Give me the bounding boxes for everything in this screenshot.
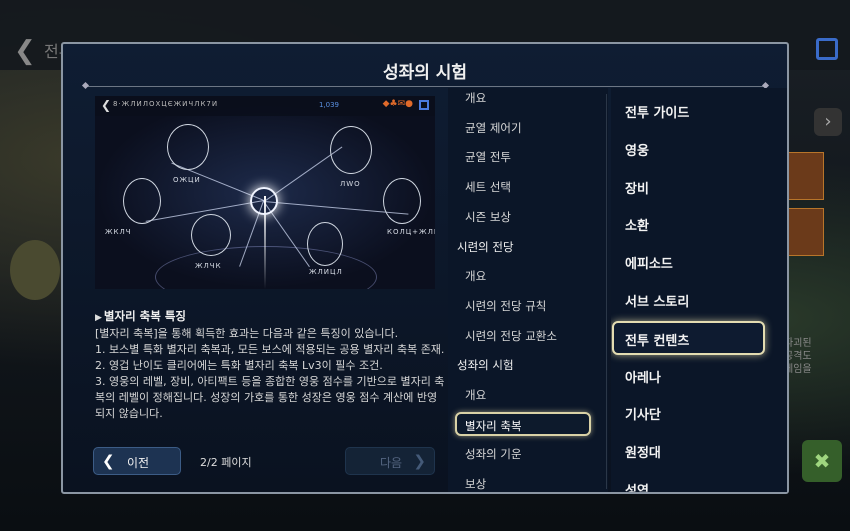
preview-label: ЖЛЧК: [195, 262, 222, 270]
subtopic-item-selected[interactable]: 별자리 축복: [455, 411, 591, 436]
preview-menu-icons: ◆♣✉●: [382, 99, 413, 109]
constellation-preview-image: ❮ 8·ЖЛИЛОХЦЄЖИЧЛК7И 1,039 ◆♣✉● ОЖЦИ ЛWО …: [95, 96, 435, 289]
nav-item[interactable]: 소환: [625, 215, 649, 234]
background-chevron-right-icon: ›: [814, 108, 842, 136]
title-divider: [85, 86, 765, 87]
guide-modal: 성좌의 시험 ❮ 8·ЖЛИЛОХЦЄЖИЧЛК7И 1,039 ◆♣✉● ОЖ…: [61, 42, 789, 494]
preview-constellation-figure: [191, 214, 231, 256]
subtopic-item[interactable]: 시련의 전당 교환소: [465, 328, 557, 344]
preview-label: ЖКЛЧ: [105, 228, 132, 236]
chevron-right-icon: ❯: [413, 452, 426, 470]
nav-item[interactable]: 서브 스토리: [625, 291, 689, 310]
divider-diamond-icon: [81, 81, 90, 90]
nav-item[interactable]: 영웅: [625, 140, 649, 159]
description-line: 1. 보스별 특화 별자리 축복과, 모든 보스에 적용되는 공용 별자리 축복…: [95, 343, 445, 356]
nav-item[interactable]: 아레나: [625, 367, 661, 386]
preview-header-text: 8·ЖЛИЛОХЦЄЖИЧЛК7И: [113, 100, 219, 108]
nav-item-selected[interactable]: 전투 컨텐츠: [612, 320, 765, 355]
description-heading: ▶ 별자리 축복 특징: [95, 309, 186, 323]
subtopic-category: 시련의 전당: [457, 239, 514, 254]
subtopic-item[interactable]: 보상: [465, 476, 486, 492]
subtopic-item[interactable]: 시련의 전당 규칙: [465, 298, 546, 314]
description-line: 2. 영겁 난이도 클리어에는 특화 별자리 축복 Lv3이 필수 조건.: [95, 359, 383, 372]
preview-constellation-figure: [307, 222, 343, 266]
subtopic-category: 성좌의 시험: [457, 358, 514, 373]
preview-constellation-figure: [330, 126, 372, 174]
modal-title: 성좌의 시험: [382, 63, 468, 83]
subtopic-item[interactable]: 세트 선택: [465, 179, 511, 195]
subtopic-item[interactable]: 시즌 보상: [465, 209, 511, 225]
subtopic-item[interactable]: 성좌의 기운: [465, 446, 522, 462]
background-item-card: [786, 152, 824, 200]
preview-label: КОЛЦ+ЖЛКИЛ: [387, 228, 435, 236]
preview-constellation-figure: [123, 178, 161, 224]
nav-item[interactable]: 성역: [625, 480, 649, 492]
background-back-icon: ❮: [14, 36, 36, 66]
page-indicator: 2/2 페이지: [200, 456, 252, 469]
category-nav[interactable]: 전투 가이드영웅장비소환에피소드서브 스토리전투 컨텐츠아레나기사단원정대성역: [611, 88, 787, 492]
preview-back-icon: ❮: [101, 98, 112, 112]
background-battle-icon: ✖: [802, 440, 842, 482]
preview-label: ЛWО: [340, 180, 361, 188]
nav-item[interactable]: 장비: [625, 178, 649, 197]
background-side-text: 파괴된 공격도 게임을: [784, 338, 812, 375]
preview-magic-circle: [155, 246, 377, 289]
nav-item[interactable]: 전투 가이드: [625, 102, 689, 121]
background-grid-menu-icon: [816, 38, 838, 60]
preview-constellation-figure: [167, 124, 209, 170]
description-body: [별자리 축복]을 통해 획득한 효과는 다음과 같은 특징이 있습니다. 1.…: [95, 326, 445, 422]
nav-item[interactable]: 원정대: [625, 442, 661, 461]
preview-core-star: [250, 187, 278, 215]
description-line: [별자리 축복]을 통해 획득한 효과는 다음과 같은 특징이 있습니다.: [95, 327, 399, 340]
subtopic-item[interactable]: 개요: [465, 387, 486, 403]
subtopic-list[interactable]: 개요 균열 제어기 균열 전투 세트 선택 시즌 보상 시련의 전당 개요 시련의 전당 규칙…: [448, 88, 608, 492]
preview-label: ОЖЦИ: [173, 176, 201, 184]
background-character: [10, 240, 60, 300]
prev-page-button[interactable]: ❮ 이전: [93, 447, 181, 475]
list-divider: [606, 94, 607, 489]
subtopic-item[interactable]: 균열 제어기: [465, 120, 522, 136]
subtopic-item[interactable]: 균열 전투: [465, 149, 511, 165]
nav-item[interactable]: 기사단: [625, 404, 661, 423]
description-line: 3. 영웅의 레벨, 장비, 아티팩트 등을 종합한 영웅 점수를 기반으로 별…: [95, 375, 445, 420]
triangle-bullet-icon: ▶: [95, 313, 102, 323]
preview-currency: 1,039: [318, 101, 339, 109]
subtopic-item[interactable]: 개요: [465, 90, 486, 106]
preview-constellation-figure: [383, 178, 421, 224]
preview-grid-icon: [419, 100, 429, 110]
background-item-card: [786, 208, 824, 256]
preview-label: ЖЛИЦЛ: [309, 268, 343, 276]
nav-item[interactable]: 에피소드: [625, 253, 673, 272]
subtopic-item[interactable]: 개요: [465, 268, 486, 284]
next-page-button[interactable]: 다음 ❯: [345, 447, 435, 475]
